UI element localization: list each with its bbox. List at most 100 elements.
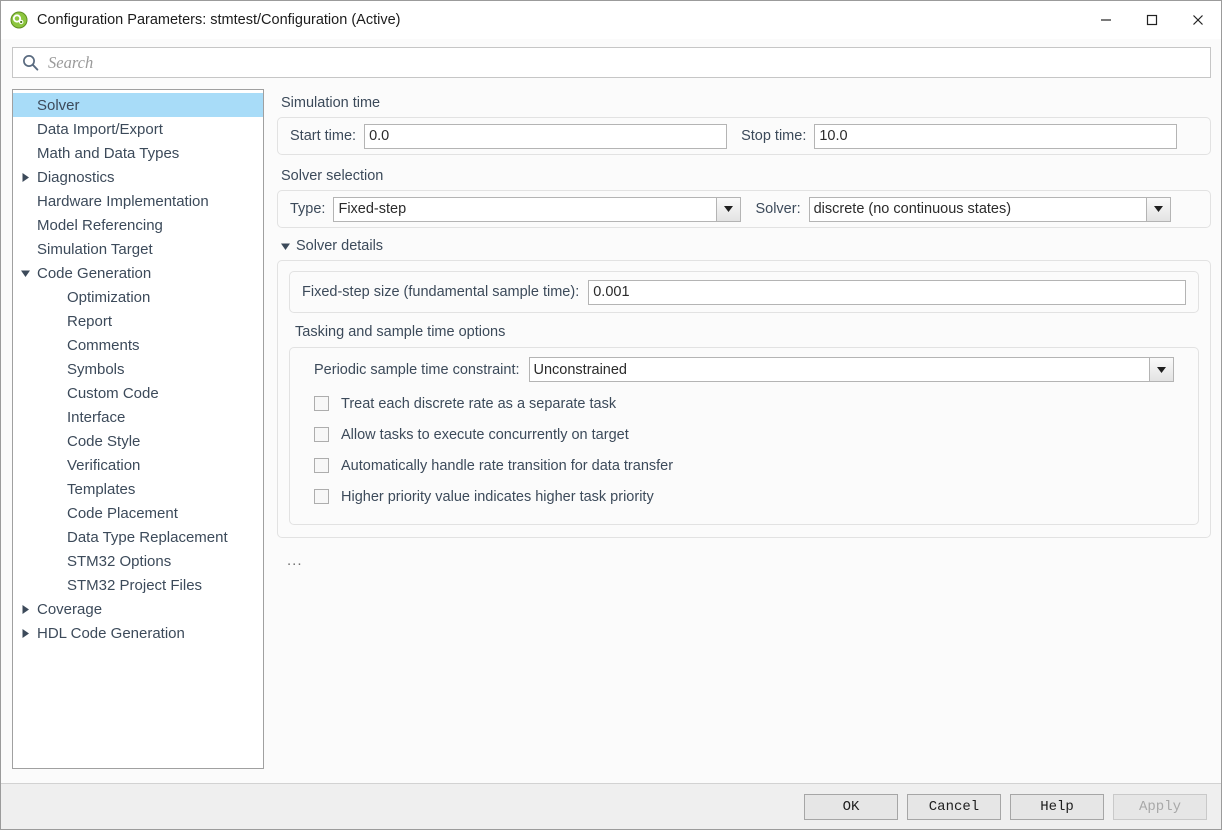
sidebar-item-model-referencing[interactable]: Model Referencing — [13, 213, 263, 237]
sidebar-item-math-and-data-types[interactable]: Math and Data Types — [13, 141, 263, 165]
triangle-down-icon[interactable] — [15, 270, 35, 277]
tasking-checkbox-list: Treat each discrete rate as a separate t… — [302, 388, 1186, 512]
help-button[interactable]: Help — [1010, 793, 1104, 820]
checkbox-label: Allow tasks to execute concurrently on t… — [341, 426, 629, 443]
search-placeholder: Search — [48, 52, 94, 72]
sidebar-item-label: Diagnostics — [37, 168, 115, 186]
close-icon — [1193, 15, 1203, 25]
sidebar-item-solver[interactable]: Solver — [13, 93, 263, 117]
sidebar-item-stm32-project-files[interactable]: STM32 Project Files — [13, 573, 263, 597]
tasking-options-heading: Tasking and sample time options — [295, 324, 506, 340]
chevron-down-icon[interactable] — [1145, 197, 1170, 221]
search-input[interactable]: Search — [12, 47, 1211, 78]
sidebar-item-label: HDL Code Generation — [37, 624, 185, 642]
triangle-right-icon[interactable] — [15, 628, 35, 638]
sidebar-item-code-placement[interactable]: Code Placement — [13, 501, 263, 525]
sidebar-item-label: Interface — [67, 408, 126, 426]
checkbox-label: Higher priority value indicates higher t… — [341, 488, 654, 505]
sidebar-item-label: Coverage — [37, 600, 103, 618]
periodic-sample-time-dropdown[interactable]: Unconstrained — [528, 357, 1174, 382]
sidebar-item-code-style[interactable]: Code Style — [13, 429, 263, 453]
checkbox-label: Automatically handle rate transition for… — [341, 457, 674, 474]
sidebar-item-label: Math and Data Types — [37, 144, 180, 162]
navigation-tree[interactable]: Solver Data Import/Export Math and Data Ty… — [12, 89, 264, 769]
solver-type-value: Fixed-step — [338, 201, 407, 217]
sidebar-item-label: Code Style — [67, 432, 141, 450]
checkbox-label: Treat each discrete rate as a separate t… — [341, 395, 617, 412]
sidebar-item-coverage[interactable]: Coverage — [13, 597, 263, 621]
sidebar-item-interface[interactable]: Interface — [13, 405, 263, 429]
checkbox-row[interactable]: Higher priority value indicates higher t… — [302, 481, 1186, 512]
solver-type-label: Type: — [290, 201, 326, 217]
solver-type-dropdown[interactable]: Fixed-step — [333, 196, 742, 222]
sidebar-item-label: Code Generation — [37, 264, 152, 282]
simulation-time-heading: Simulation time — [281, 95, 381, 111]
sidebar-item-label: Data Import/Export — [37, 120, 163, 138]
solver-dropdown[interactable]: discrete (no continuous states) — [808, 196, 1171, 222]
fixed-step-size-field[interactable]: 0.001 — [588, 279, 1186, 305]
sidebar-item-templates[interactable]: Templates — [13, 477, 263, 501]
sidebar-item-optimization[interactable]: Optimization — [13, 285, 263, 309]
triangle-right-icon[interactable] — [15, 604, 35, 614]
checkbox-icon[interactable] — [314, 427, 329, 442]
sidebar-item-custom-code[interactable]: Custom Code — [13, 381, 263, 405]
chevron-down-icon[interactable] — [716, 197, 741, 221]
checkbox-row[interactable]: Automatically handle rate transition for… — [302, 450, 1186, 481]
sidebar-item-symbols[interactable]: Symbols — [13, 357, 263, 381]
tasking-options-panel: Periodic sample time constraint: Unconst… — [289, 347, 1199, 525]
apply-button: Apply — [1113, 793, 1207, 820]
cancel-button[interactable]: Cancel — [907, 793, 1001, 820]
dialog-body: Solver Data Import/Export Math and Data Ty… — [1, 86, 1221, 783]
checkbox-icon[interactable] — [314, 458, 329, 473]
periodic-sample-time-value: Unconstrained — [533, 361, 628, 378]
checkbox-icon[interactable] — [314, 489, 329, 504]
solver-selection-heading: Solver selection — [281, 168, 384, 184]
fixed-step-size-panel: Fixed-step size (fundamental sample time… — [289, 271, 1199, 313]
sidebar-item-label: Verification — [67, 456, 141, 474]
sidebar-item-label: Symbols — [67, 360, 125, 378]
title-bar: Configuration Parameters: stmtest/Config… — [1, 1, 1221, 39]
sidebar-item-hardware-implementation[interactable]: Hardware Implementation — [13, 189, 263, 213]
sidebar-item-report[interactable]: Report — [13, 309, 263, 333]
start-time-label: Start time: — [290, 128, 357, 144]
maximize-button[interactable] — [1129, 1, 1175, 39]
sidebar-item-data-import-export[interactable]: Data Import/Export — [13, 117, 263, 141]
close-button[interactable] — [1175, 1, 1221, 39]
stop-time-label: Stop time: — [741, 128, 807, 144]
fixed-step-size-label: Fixed-step size (fundamental sample time… — [302, 284, 580, 300]
sidebar-item-diagnostics[interactable]: Diagnostics — [13, 165, 263, 189]
sidebar-item-code-generation[interactable]: Code Generation — [13, 261, 263, 285]
simulation-time-panel: Start time: 0.0 Stop time: 10.0 — [277, 117, 1211, 155]
sidebar-item-label: STM32 Options — [67, 552, 172, 570]
dialog-footer: OK Cancel Help Apply — [1, 783, 1221, 829]
settings-pane: Simulation time Start time: 0.0 Stop tim… — [264, 89, 1211, 783]
minimize-button[interactable] — [1083, 1, 1129, 39]
sidebar-item-hdl-code-generation[interactable]: HDL Code Generation — [13, 621, 263, 645]
checkbox-icon[interactable] — [314, 396, 329, 411]
sidebar-item-label: Model Referencing — [37, 216, 163, 234]
sidebar-item-simulation-target[interactable]: Simulation Target — [13, 237, 263, 261]
sidebar-item-verification[interactable]: Verification — [13, 453, 263, 477]
configuration-parameters-window: Configuration Parameters: stmtest/Config… — [0, 0, 1222, 830]
solver-value: discrete (no continuous states) — [813, 201, 1012, 217]
sidebar-item-stm32-options[interactable]: STM32 Options — [13, 549, 263, 573]
solver-details-label: Solver details — [296, 238, 384, 254]
start-time-field[interactable]: 0.0 — [364, 123, 728, 149]
sidebar-item-label: Templates — [67, 480, 136, 498]
chevron-down-icon[interactable] — [1149, 358, 1173, 381]
sidebar-item-label: Comments — [67, 336, 140, 354]
triangle-right-icon[interactable] — [15, 172, 35, 182]
search-icon — [23, 55, 39, 71]
sidebar-item-comments[interactable]: Comments — [13, 333, 263, 357]
stop-time-field[interactable]: 10.0 — [814, 123, 1178, 149]
sidebar-item-data-type-replacement[interactable]: Data Type Replacement — [13, 525, 263, 549]
maximize-icon — [1146, 14, 1158, 26]
checkbox-row[interactable]: Treat each discrete rate as a separate t… — [302, 388, 1186, 419]
overflow-indicator: ... — [287, 552, 303, 569]
sidebar-item-label: Code Placement — [67, 504, 178, 522]
solver-details-disclosure[interactable]: Solver details — [281, 238, 1211, 254]
checkbox-row[interactable]: Allow tasks to execute concurrently on t… — [302, 419, 1186, 450]
search-bar-container: Search — [1, 39, 1221, 86]
ok-button[interactable]: OK — [804, 793, 898, 820]
solver-label: Solver: — [755, 201, 801, 217]
